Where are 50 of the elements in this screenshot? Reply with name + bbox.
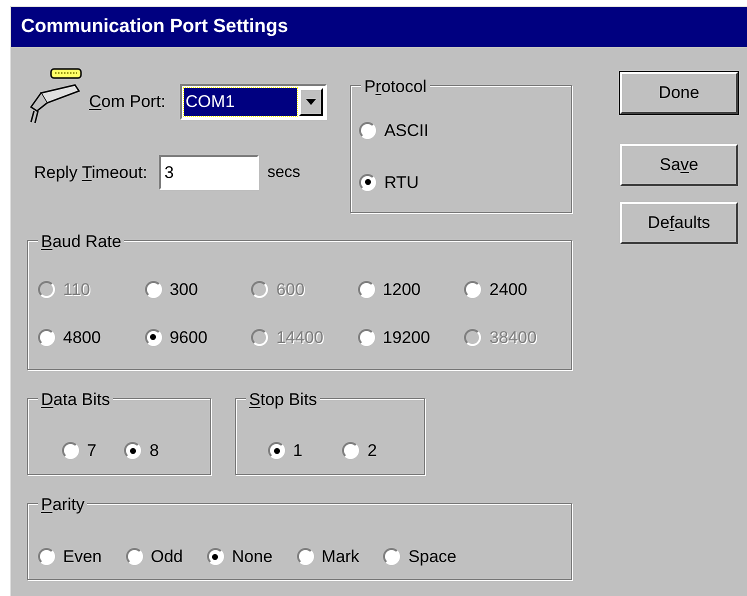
radio-button[interactable] [144, 281, 162, 298]
radio-label: 300 [170, 279, 198, 301]
radio-button[interactable] [62, 442, 79, 459]
window-title: Communication Port Settings [21, 14, 288, 39]
radio-button[interactable] [144, 328, 162, 346]
radio-button[interactable] [268, 442, 285, 459]
radio-label: 19200 [382, 326, 430, 348]
radio-label: 110 [63, 279, 90, 301]
dialog-button[interactable]: Save [620, 144, 738, 186]
radio-label: 2400 [489, 279, 528, 301]
radio-button[interactable] [359, 122, 376, 140]
com-port-dropdown[interactable]: COM1 [180, 84, 327, 120]
radio-button[interactable] [464, 281, 482, 298]
radio-button[interactable] [124, 442, 142, 459]
radio-label: RTU [384, 172, 419, 194]
radio-label: ASCII [384, 120, 429, 142]
com-port-label: Com Port: [89, 91, 166, 114]
radio-label: None [232, 546, 273, 568]
radio-label: 7 [87, 440, 96, 462]
radio-label: Even [63, 546, 102, 568]
radio-label: 2 [367, 440, 377, 462]
radio-button[interactable] [383, 548, 400, 565]
dropdown-arrow-button[interactable] [298, 88, 323, 116]
radio-button[interactable] [358, 281, 375, 298]
radio-button[interactable] [38, 328, 55, 346]
radio-button[interactable] [206, 548, 224, 565]
radio-label: Space [408, 546, 457, 568]
radio-label: 9600 [170, 326, 208, 348]
radio-label: 600 [276, 279, 305, 301]
radio-label: 8 [149, 440, 159, 462]
radio-label: 14400 [276, 326, 324, 348]
dialog-button[interactable]: Done [620, 72, 738, 114]
radio-button[interactable] [359, 174, 376, 191]
radio-label: 4800 [63, 326, 101, 348]
radio-label: 1 [293, 440, 302, 462]
radio-button[interactable] [38, 548, 55, 565]
caret-down-icon [306, 99, 316, 105]
unit-label: secs [267, 162, 300, 182]
radio-button[interactable] [296, 548, 314, 565]
radio-button[interactable] [126, 548, 143, 565]
reply-timeout-field[interactable]: 3 [159, 155, 260, 190]
radio-button[interactable] [342, 442, 360, 459]
radio-button[interactable] [358, 328, 375, 346]
reply-timeout-label: Reply Timeout: [34, 162, 148, 184]
radio-label: 1200 [382, 279, 421, 301]
radio-label: Mark [322, 546, 360, 568]
radio-label: 38400 [489, 326, 537, 348]
dropdown-value: COM1 [184, 88, 297, 116]
dialog-button[interactable]: Defaults [620, 202, 738, 244]
radio-label: Odd [150, 546, 183, 568]
